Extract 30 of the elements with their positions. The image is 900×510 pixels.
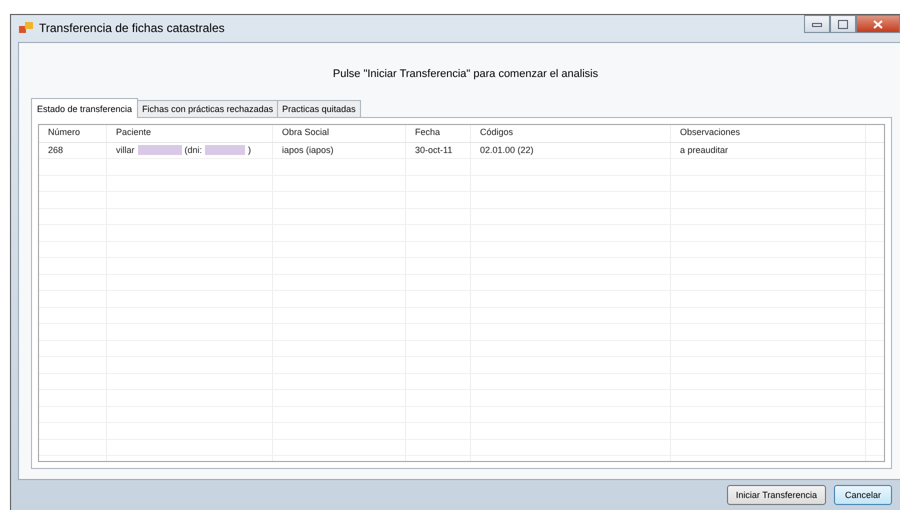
window-title: Transferencia de fichas catastrales [39,21,225,36]
table-cell: a preauditar [671,142,866,158]
column-header[interactable]: Fecha [406,124,471,142]
table-cell: 268 [39,142,107,158]
table-cell: 30-oct-11 [406,142,471,158]
patient-name: villar [116,144,135,157]
redaction-block [138,144,182,155]
tab[interactable]: Fichas con prácticas rechazadas [137,100,278,117]
close-icon [873,20,883,28]
app-icon [19,22,33,34]
redaction-block [205,144,246,155]
column-header[interactable]: Códigos [471,124,671,142]
maximize-button[interactable] [830,15,856,33]
minimize-icon [812,21,822,27]
close-button[interactable] [856,15,900,33]
patient-dni: (dni: [184,144,202,157]
cancel-button[interactable]: Cancelar [834,484,892,505]
closing-paren: ) [248,144,252,157]
minimize-button[interactable] [804,15,830,33]
table-cell: 02.01.00 (22) [471,142,671,158]
tab[interactable]: Estado de transferencia [31,98,138,118]
tab[interactable]: Practicas quitadas [277,100,361,117]
column-header[interactable]: Número [39,124,107,142]
column-header[interactable]: Paciente [107,124,273,142]
instruction-text: Pulse "Iniciar Transferencia" para comenzar el analisis [332,68,600,80]
column-header[interactable]: Observaciones [671,124,866,142]
maximize-icon [838,20,848,28]
column-header[interactable]: Obra Social [273,124,406,142]
table-cell: iapos (iapos) [273,142,406,158]
start-button[interactable]: Iniciar Transferencia [726,484,826,505]
